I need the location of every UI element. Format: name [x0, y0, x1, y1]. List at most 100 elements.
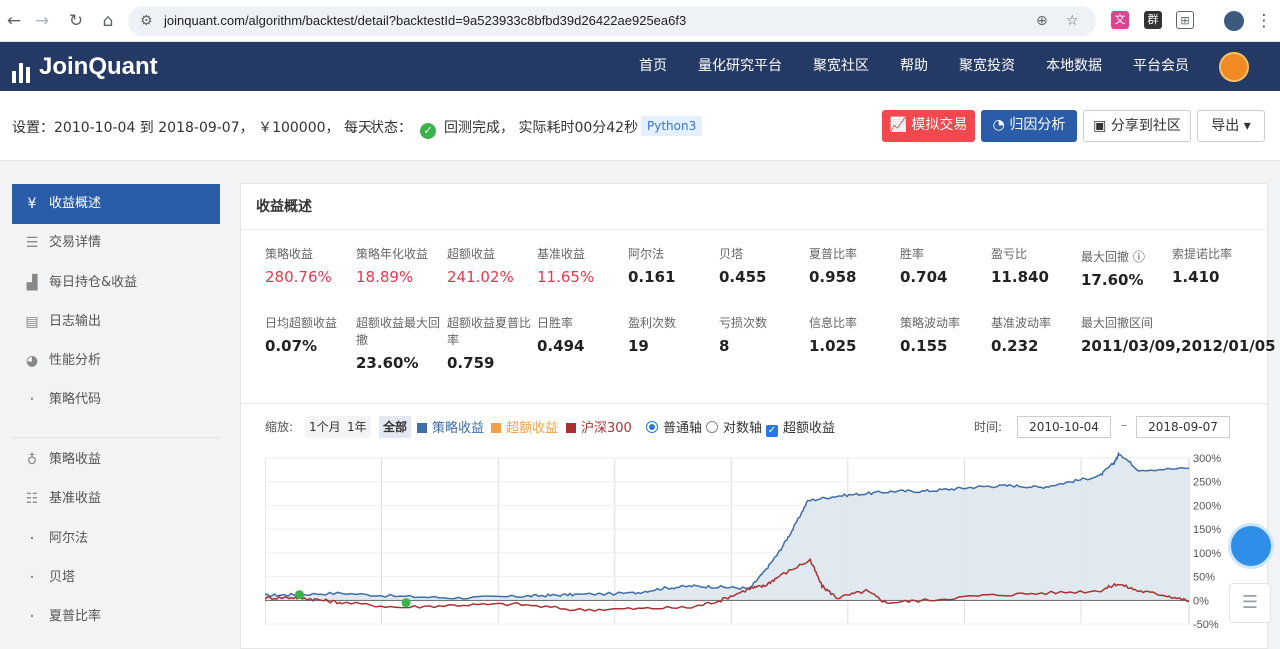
metric-label: 超额收益: [447, 247, 496, 261]
menu-dots-icon[interactable]: ⋮: [1252, 9, 1276, 33]
bulb-icon: ♁: [26, 452, 38, 468]
sidebar-item-alpha[interactable]: · 阿尔法: [12, 519, 220, 559]
metric-value: 11.65%: [537, 268, 595, 286]
return-chart[interactable]: 300% 250% 200% 150% 100% 50% 0% -50%: [265, 452, 1233, 632]
metric-item: 贝塔 0.455: [719, 246, 809, 286]
back-icon[interactable]: ←: [2, 9, 26, 33]
metric-item: 策略波动率 0.155: [900, 315, 990, 355]
joinquant-logo[interactable]: JoinQuant: [12, 52, 158, 83]
metric-value: 1.410: [1172, 268, 1220, 286]
home-icon[interactable]: ⌂: [96, 9, 120, 33]
y-tick-label: 250%: [1193, 477, 1221, 489]
extension-translate-icon[interactable]: 文: [1111, 11, 1129, 29]
nav-community[interactable]: 聚宽社区: [813, 42, 869, 91]
profile-avatar-icon[interactable]: [1224, 11, 1244, 31]
browser-toolbar: ← → ↻ ⌂ ⚙ joinquant.com/algorithm/backte…: [0, 0, 1280, 42]
chat-assistant-icon[interactable]: [1228, 523, 1274, 569]
sidebar-item-benchmark-return[interactable]: ☷ 基准收益: [12, 479, 220, 519]
legend-hs300[interactable]: 沪深300: [566, 417, 632, 436]
export-dropdown-button[interactable]: 导出 ▾: [1197, 110, 1265, 142]
zoom-icon[interactable]: ⊕: [1036, 13, 1048, 29]
metric-item: 最大回撤 ⓘ 17.60%: [1081, 246, 1171, 289]
y-tick-label: 100%: [1193, 548, 1221, 560]
share-to-community-button[interactable]: ▣ 分享到社区: [1083, 110, 1191, 142]
zoom-1-month-button[interactable]: 1个月: [305, 416, 345, 438]
axis-normal-radio[interactable]: 普通轴: [646, 417, 702, 436]
metric-label: 索提诺比率: [1172, 247, 1233, 261]
legend-strategy[interactable]: 策略收益: [417, 417, 484, 436]
metric-label: 超额收益夏普比率: [447, 316, 532, 347]
metric-value: 0.704: [900, 268, 948, 286]
help-icon[interactable]: ⓘ: [1129, 250, 1145, 264]
sidebar-item-sharpe[interactable]: · 夏普比率: [12, 597, 220, 637]
attribution-analysis-button[interactable]: ◔ 归因分析: [981, 110, 1077, 142]
metric-label: 基准波动率: [991, 316, 1052, 330]
sidebar-item-trade-details[interactable]: ☰ 交易详情: [12, 223, 220, 263]
zoom-all-button[interactable]: 全部: [379, 416, 412, 438]
metric-value: 0.161: [628, 268, 676, 286]
excess-return-checkbox[interactable]: ✓ 超额收益: [766, 417, 835, 437]
trade-marker: [401, 598, 411, 608]
sidebar-item-overview[interactable]: ¥ 收益概述: [12, 184, 220, 224]
sidebar-item-strategy-return[interactable]: ♁ 策略收益: [12, 440, 220, 480]
metric-label: 日均超额收益: [265, 316, 338, 330]
extension-dark-icon[interactable]: 群: [1144, 11, 1162, 29]
nav-help[interactable]: 帮助: [900, 42, 928, 91]
backtest-settings: 设置：2010-10-04 到 2018-09-07， ￥100000， 每天: [12, 117, 372, 137]
nav-membership[interactable]: 平台会员: [1133, 42, 1189, 91]
legend-swatch: [491, 423, 501, 433]
metric-value: 0.455: [719, 268, 767, 286]
metric-label: 贝塔: [719, 247, 744, 261]
sidebar-item-daily-positions[interactable]: ▟ 每日持仓&收益: [12, 263, 220, 303]
metric-item: 胜率 0.704: [900, 246, 990, 286]
settings-value: 2010-10-04 到 2018-09-07， ￥100000， 每天: [54, 120, 372, 136]
bookmark-star-icon[interactable]: ☆: [1066, 13, 1079, 29]
sidebar-item-log-output[interactable]: ▤ 日志输出: [12, 302, 220, 342]
nav-home[interactable]: 首页: [639, 42, 667, 91]
metric-value: 2011/03/09,2012/01/05: [1081, 337, 1276, 355]
axis-log-radio[interactable]: 对数轴: [706, 417, 762, 436]
y-tick-label: 150%: [1193, 524, 1221, 536]
y-tick-label: 50%: [1193, 572, 1215, 584]
dot-icon: ·: [29, 389, 35, 410]
extensions-puzzle-icon[interactable]: ⊞: [1176, 11, 1194, 29]
sidebar-item-strategy-code[interactable]: · 策略代码: [12, 380, 220, 420]
metric-label: 日胜率: [537, 316, 574, 330]
calendar-icon: ▤: [25, 314, 39, 330]
radio-empty-icon: [706, 421, 718, 433]
forward-icon[interactable]: →: [30, 9, 54, 33]
nav-research-platform[interactable]: 量化研究平台: [698, 42, 782, 91]
nav-local-data[interactable]: 本地数据: [1046, 42, 1102, 91]
status-label: 状态：: [370, 120, 412, 136]
nav-invest[interactable]: 聚宽投资: [959, 42, 1015, 91]
metric-label: 夏普比率: [809, 247, 858, 261]
metric-item: 策略年化收益 18.89%: [356, 246, 446, 286]
comment-icon: ▣: [1093, 118, 1107, 134]
metrics-divider: [241, 403, 1267, 404]
metric-item: 超额收益 241.02%: [447, 246, 537, 286]
metric-value: 0.759: [447, 354, 495, 372]
check-circle-icon: ✓: [420, 123, 436, 139]
metric-value: 11.840: [991, 268, 1049, 286]
y-tick-label: 300%: [1193, 453, 1221, 465]
zoom-1-year-button[interactable]: 1年: [343, 416, 371, 438]
metric-item: 基准波动率 0.232: [991, 315, 1081, 355]
date-from-input[interactable]: 2010-10-04: [1017, 416, 1111, 438]
metric-label: 盈亏比: [991, 247, 1028, 261]
trend-chart-icon: 📈: [889, 117, 907, 133]
simulate-trade-button[interactable]: 📈 模拟交易: [882, 110, 975, 142]
reload-icon[interactable]: ↻: [64, 9, 88, 33]
python-version-badge: Python3: [641, 116, 703, 136]
legend-excess[interactable]: 超额收益: [491, 417, 558, 436]
address-bar[interactable]: ⚙ joinquant.com/algorithm/backtest/detai…: [128, 6, 1096, 36]
chart-icon: ▟: [26, 275, 38, 291]
sidebar-item-performance[interactable]: ◕ 性能分析: [12, 341, 220, 381]
metric-item: 信息比率 1.025: [809, 315, 899, 355]
date-to-input[interactable]: 2018-09-07: [1136, 416, 1230, 438]
sidebar-item-beta[interactable]: · 贝塔: [12, 558, 220, 598]
list-menu-icon[interactable]: ☰: [1229, 583, 1271, 623]
time-label: 时间:: [974, 420, 1003, 434]
metric-label: 信息比率: [809, 316, 858, 330]
site-settings-icon[interactable]: ⚙: [140, 13, 153, 29]
user-avatar[interactable]: [1219, 52, 1249, 82]
